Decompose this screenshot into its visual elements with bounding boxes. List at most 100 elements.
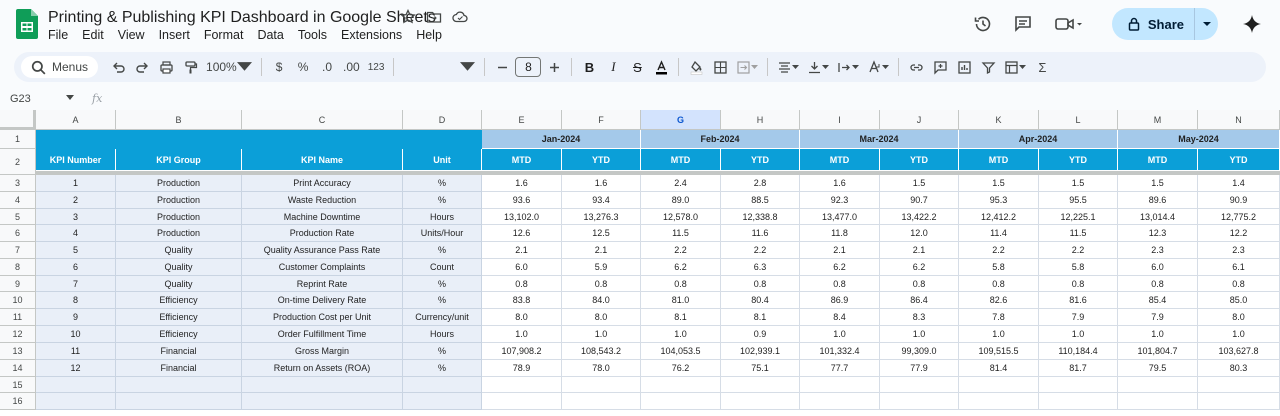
menu-data[interactable]: Data [257,28,283,42]
mtd-value-cell[interactable]: 1.0 [959,326,1039,343]
ytd-header[interactable]: YTD [1198,149,1280,171]
kpi-number-cell[interactable]: 10 [36,326,116,343]
row-header-14[interactable]: 14 [0,360,36,377]
month-header[interactable]: Mar-2024 [800,130,959,149]
ytd-value-cell[interactable]: 1.6 [562,175,641,192]
rotate-icon[interactable] [864,55,892,79]
ytd-value-cell[interactable]: 95.5 [1039,192,1118,209]
mtd-value-cell[interactable]: 1.5 [1118,175,1198,192]
ytd-value-cell[interactable]: 5.8 [1039,259,1118,276]
empty-cell[interactable] [403,393,482,410]
kpi-group-cell[interactable]: Production [116,175,242,192]
empty-cell[interactable] [36,393,116,410]
mtd-header[interactable]: MTD [800,149,880,171]
kpi-name-cell[interactable]: Customer Complaints [242,259,403,276]
kpi-number-cell[interactable]: 4 [36,225,116,242]
mtd-value-cell[interactable]: 0.8 [959,276,1039,292]
ytd-value-cell[interactable]: 6.3 [721,259,800,276]
mtd-value-cell[interactable]: 83.8 [482,292,562,309]
unit-cell[interactable]: % [403,175,482,192]
row-header-11[interactable]: 11 [0,309,36,326]
kpi-group-cell[interactable]: Efficiency [116,326,242,343]
ytd-value-cell[interactable]: 0.8 [1039,276,1118,292]
mtd-value-cell[interactable]: 101,804.7 [1118,343,1198,360]
mtd-value-cell[interactable]: 12.3 [1118,225,1198,242]
mtd-value-cell[interactable]: 81.0 [641,292,721,309]
kpi-name-cell[interactable]: Waste Reduction [242,192,403,209]
column-header-j[interactable]: J [880,110,959,130]
kpi-number-cell[interactable]: 5 [36,242,116,259]
row-header-7[interactable]: 7 [0,242,36,259]
mtd-value-cell[interactable]: 13,014.4 [1118,209,1198,225]
chart-icon[interactable] [953,55,975,79]
row-header-13[interactable]: 13 [0,343,36,360]
row-header-2[interactable]: 2 [0,149,36,175]
ytd-value-cell[interactable]: 110,184.4 [1039,343,1118,360]
mtd-value-cell[interactable]: 12,412.2 [959,209,1039,225]
mtd-value-cell[interactable]: 79.5 [1118,360,1198,377]
mtd-value-cell[interactable]: 1.5 [959,175,1039,192]
empty-cell[interactable] [959,393,1039,410]
ytd-value-cell[interactable]: 6.2 [880,259,959,276]
ytd-value-cell[interactable]: 81.7 [1039,360,1118,377]
name-box[interactable]: G23 [10,93,31,105]
kpi-name-cell[interactable]: Production Rate [242,225,403,242]
gemini-sparkle-icon[interactable] [1242,14,1262,34]
kpi-name-cell[interactable]: Order Fulfillment Time [242,326,403,343]
row-header-8[interactable]: 8 [0,259,36,276]
empty-cell[interactable] [482,393,562,410]
paint-format-icon[interactable] [179,55,201,79]
mtd-value-cell[interactable]: 7.9 [1118,309,1198,326]
borders-icon[interactable] [709,55,731,79]
mtd-value-cell[interactable]: 82.6 [959,292,1039,309]
mtd-value-cell[interactable]: 11.8 [800,225,880,242]
ytd-value-cell[interactable]: 0.8 [880,276,959,292]
empty-cell[interactable] [1039,377,1118,393]
unit-cell[interactable]: % [403,242,482,259]
ytd-value-cell[interactable]: 11.5 [1039,225,1118,242]
italic-icon[interactable]: I [602,55,624,79]
number-format-icon[interactable]: 123 [365,55,388,79]
mtd-value-cell[interactable]: 76.2 [641,360,721,377]
ytd-value-cell[interactable]: 1.0 [562,326,641,343]
unit-cell[interactable]: Hours [403,326,482,343]
unit-cell[interactable]: % [403,343,482,360]
font-size-minus-icon[interactable] [491,55,513,79]
ytd-value-cell[interactable]: 1.0 [1198,326,1280,343]
mtd-value-cell[interactable]: 104,053.5 [641,343,721,360]
ytd-value-cell[interactable]: 0.8 [1198,276,1280,292]
kpi-name-cell[interactable]: Gross Margin [242,343,403,360]
ytd-value-cell[interactable]: 85.0 [1198,292,1280,309]
kpi-group-cell[interactable]: Financial [116,343,242,360]
row-header-1[interactable]: 1 [0,130,36,149]
menu-view[interactable]: View [118,28,145,42]
mtd-value-cell[interactable]: 6.2 [641,259,721,276]
kpi-name-cell[interactable]: Machine Downtime [242,209,403,225]
kpi-name-cell[interactable]: Quality Assurance Pass Rate [242,242,403,259]
kpi-number-cell[interactable]: 12 [36,360,116,377]
mtd-value-cell[interactable]: 109,515.5 [959,343,1039,360]
merge-icon[interactable] [733,55,761,79]
kpi-group-header[interactable]: KPI Group [116,149,242,171]
kpi-number-cell[interactable]: 1 [36,175,116,192]
mtd-value-cell[interactable]: 77.7 [800,360,880,377]
font-dropdown[interactable] [400,55,478,79]
spreadsheet-grid[interactable]: A B C D E F G H I J K L M N 1 2 3 4 5 6 7 8 9 10 11 12 13 14 15 16 Jan… [0,110,1280,416]
mtd-value-cell[interactable]: 95.3 [959,192,1039,209]
ytd-value-cell[interactable]: 12,775.2 [1198,209,1280,225]
functions-icon[interactable]: Σ [1031,55,1053,79]
kpi-name-cell[interactable]: Return on Assets (ROA) [242,360,403,377]
ytd-value-cell[interactable]: 2.2 [721,242,800,259]
strikethrough-icon[interactable]: S [626,55,648,79]
ytd-value-cell[interactable]: 8.3 [880,309,959,326]
empty-cell[interactable] [641,377,721,393]
ytd-value-cell[interactable]: 12,225.1 [1039,209,1118,225]
mtd-value-cell[interactable]: 2.2 [959,242,1039,259]
unit-cell[interactable]: Hours [403,209,482,225]
wrap-icon[interactable] [834,55,862,79]
unit-cell[interactable]: % [403,292,482,309]
sheets-logo-icon[interactable] [16,9,38,39]
ytd-header[interactable]: YTD [721,149,800,171]
ytd-value-cell[interactable]: 0.9 [721,326,800,343]
mtd-value-cell[interactable]: 8.1 [641,309,721,326]
